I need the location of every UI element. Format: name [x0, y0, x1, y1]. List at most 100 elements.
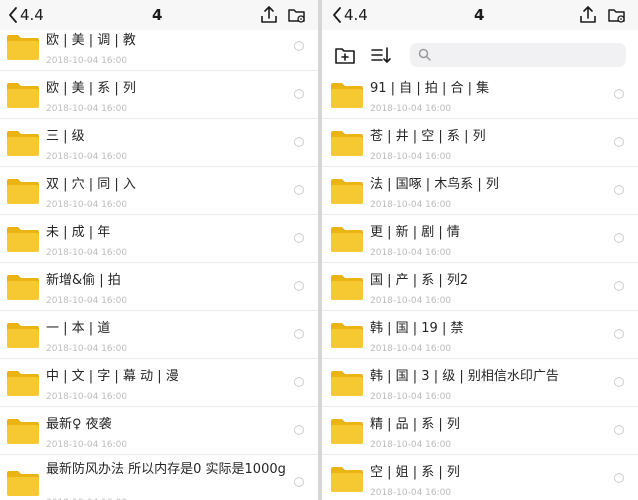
folder-icon: [6, 33, 40, 61]
folder-row[interactable]: 新增&偷 | 拍 2018-10-04 16:00: [0, 263, 318, 311]
folder-gear-icon[interactable]: [287, 5, 307, 25]
radio-circle-icon[interactable]: [614, 233, 624, 243]
folder-date: 2018-10-04 16:00: [46, 152, 128, 162]
radio-circle-icon[interactable]: [294, 425, 304, 435]
folder-date: 2018-10-04 16:00: [370, 392, 452, 402]
folder-name: 韩 | 国 | 19 | 禁: [370, 321, 464, 336]
radio-circle-icon[interactable]: [294, 281, 304, 291]
folder-gear-icon[interactable]: [607, 5, 627, 25]
folder-icon: [6, 469, 40, 497]
radio-circle-icon[interactable]: [614, 281, 624, 291]
radio-circle-icon[interactable]: [294, 477, 304, 487]
folder-date: 2018-10-04 16:00: [46, 296, 128, 306]
folder-name: 三 | 级: [46, 129, 85, 144]
folder-row[interactable]: 欧 | 美 | 调 | 教 2018-10-04 16:00: [0, 23, 318, 71]
folder-row[interactable]: 一 | 本 | 道 2018-10-04 16:00: [0, 311, 318, 359]
folder-date: 2018-10-04 16:00: [370, 248, 452, 258]
left-back-button[interactable]: 4.4: [8, 4, 44, 26]
folder-name: 新增&偷 | 拍: [46, 273, 121, 288]
left-nav-bar: 4.4 4: [0, 0, 318, 30]
radio-circle-icon[interactable]: [614, 137, 624, 147]
folder-row[interactable]: 双 | 穴 | 同 | 入 2018-10-04 16:00: [0, 167, 318, 215]
folder-row[interactable]: 苍 | 井 | 空 | 系 | 列 2018-10-04 16:00: [322, 119, 638, 167]
folder-icon: [330, 417, 364, 445]
folder-icon: [330, 177, 364, 205]
folder-row[interactable]: 韩 | 国 | 19 | 禁 2018-10-04 16:00: [322, 311, 638, 359]
folder-icon: [6, 129, 40, 157]
radio-circle-icon[interactable]: [294, 185, 304, 195]
radio-circle-icon[interactable]: [294, 377, 304, 387]
folder-icon: [6, 225, 40, 253]
folder-date: 2018-10-04 16:00: [46, 56, 128, 66]
folder-name: 中 | 文 | 字 | 幕 动 | 漫: [46, 369, 179, 384]
upload-icon[interactable]: [578, 5, 598, 25]
chevron-left-icon: [332, 7, 342, 23]
page-title: 4: [474, 6, 485, 24]
folder-name: 欧 | 美 | 调 | 教: [46, 33, 136, 48]
folder-row[interactable]: 91 | 自 | 拍 | 合 | 集 2018-10-04 16:00: [322, 71, 638, 119]
radio-circle-icon[interactable]: [294, 233, 304, 243]
folder-icon: [330, 273, 364, 301]
right-back-button[interactable]: 4.4: [332, 4, 368, 26]
search-bar[interactable]: [410, 43, 626, 67]
search-input[interactable]: [436, 45, 624, 67]
folder-row[interactable]: 三 | 级 2018-10-04 16:00: [0, 119, 318, 167]
radio-circle-icon[interactable]: [614, 329, 624, 339]
back-label: 4.4: [344, 6, 368, 24]
folder-name: 法 | 国啄 | 木鸟系 | 列: [370, 177, 499, 192]
folder-name: 最新防风办法 所以内存是0 实际是1000g: [46, 462, 286, 477]
radio-circle-icon[interactable]: [294, 137, 304, 147]
radio-circle-icon[interactable]: [614, 473, 624, 483]
radio-circle-icon[interactable]: [294, 329, 304, 339]
folder-icon: [6, 81, 40, 109]
folder-row[interactable]: 国 | 产 | 系 | 列2 2018-10-04 16:00: [322, 263, 638, 311]
folder-row[interactable]: 未 | 成 | 年 2018-10-04 16:00: [0, 215, 318, 263]
folder-name: 韩 | 国 | 3 | 级 | 别相信水印广告: [370, 369, 559, 384]
radio-circle-icon[interactable]: [614, 89, 624, 99]
folder-icon: [330, 129, 364, 157]
folder-row[interactable]: 精 | 品 | 系 | 列 2018-10-04 16:00: [322, 407, 638, 455]
radio-circle-icon[interactable]: [294, 41, 304, 51]
radio-circle-icon[interactable]: [294, 89, 304, 99]
folder-date: 2018-10-04 16:00: [370, 104, 452, 114]
back-label: 4.4: [20, 6, 44, 24]
folder-icon: [6, 417, 40, 445]
folder-row[interactable]: 中 | 文 | 字 | 幕 动 | 漫 2018-10-04 16:00: [0, 359, 318, 407]
folder-name: 苍 | 井 | 空 | 系 | 列: [370, 129, 486, 144]
folder-icon: [6, 369, 40, 397]
left-file-browser: 欧 | 美 | 调 | 教 2018-10-04 16:00 欧 | 美 | 系…: [0, 0, 318, 500]
folder-date: 2018-10-04 16:00: [370, 488, 452, 498]
folder-date: 2018-10-04 16:00: [370, 440, 452, 450]
folder-icon: [6, 321, 40, 349]
folder-row[interactable]: 韩 | 国 | 3 | 级 | 别相信水印广告 2018-10-04 16:00: [322, 359, 638, 407]
folder-row[interactable]: 最新♀ 夜袭 2018-10-04 16:00: [0, 407, 318, 455]
folder-name: 双 | 穴 | 同 | 入: [46, 177, 136, 192]
folder-date: 2018-10-04 16:00: [370, 200, 452, 210]
radio-circle-icon[interactable]: [614, 185, 624, 195]
radio-circle-icon[interactable]: [614, 425, 624, 435]
folder-row[interactable]: 更 | 新 | 剧 | 情 2018-10-04 16:00: [322, 215, 638, 263]
folder-name: 空 | 姐 | 系 | 列: [370, 465, 460, 480]
chevron-left-icon: [8, 7, 18, 23]
folder-row[interactable]: 最新防风办法 所以内存是0 实际是1000g 2018-10-04 16:00: [0, 455, 318, 500]
search-icon: [418, 48, 431, 61]
page-title: 4: [152, 6, 163, 24]
folder-name: 最新♀ 夜袭: [46, 417, 112, 432]
sort-icon[interactable]: [370, 45, 392, 65]
folder-icon: [330, 81, 364, 109]
folder-icon: [6, 273, 40, 301]
upload-icon[interactable]: [259, 5, 279, 25]
folder-icon: [330, 321, 364, 349]
folder-name: 未 | 成 | 年: [46, 225, 111, 240]
folder-icon: [330, 225, 364, 253]
folder-name: 精 | 品 | 系 | 列: [370, 417, 460, 432]
right-folder-list: 91 | 自 | 拍 | 合 | 集 2018-10-04 16:00 苍 | …: [322, 71, 638, 500]
folder-row[interactable]: 法 | 国啄 | 木鸟系 | 列 2018-10-04 16:00: [322, 167, 638, 215]
radio-circle-icon[interactable]: [614, 377, 624, 387]
folder-date: 2018-10-04 16:00: [46, 104, 128, 114]
folder-row[interactable]: 空 | 姐 | 系 | 列 2018-10-04 16:00: [322, 455, 638, 500]
folder-name: 国 | 产 | 系 | 列2: [370, 273, 469, 288]
folder-date: 2018-10-04 16:00: [370, 152, 452, 162]
folder-row[interactable]: 欧 | 美 | 系 | 列 2018-10-04 16:00: [0, 71, 318, 119]
new-folder-icon[interactable]: [334, 45, 356, 65]
